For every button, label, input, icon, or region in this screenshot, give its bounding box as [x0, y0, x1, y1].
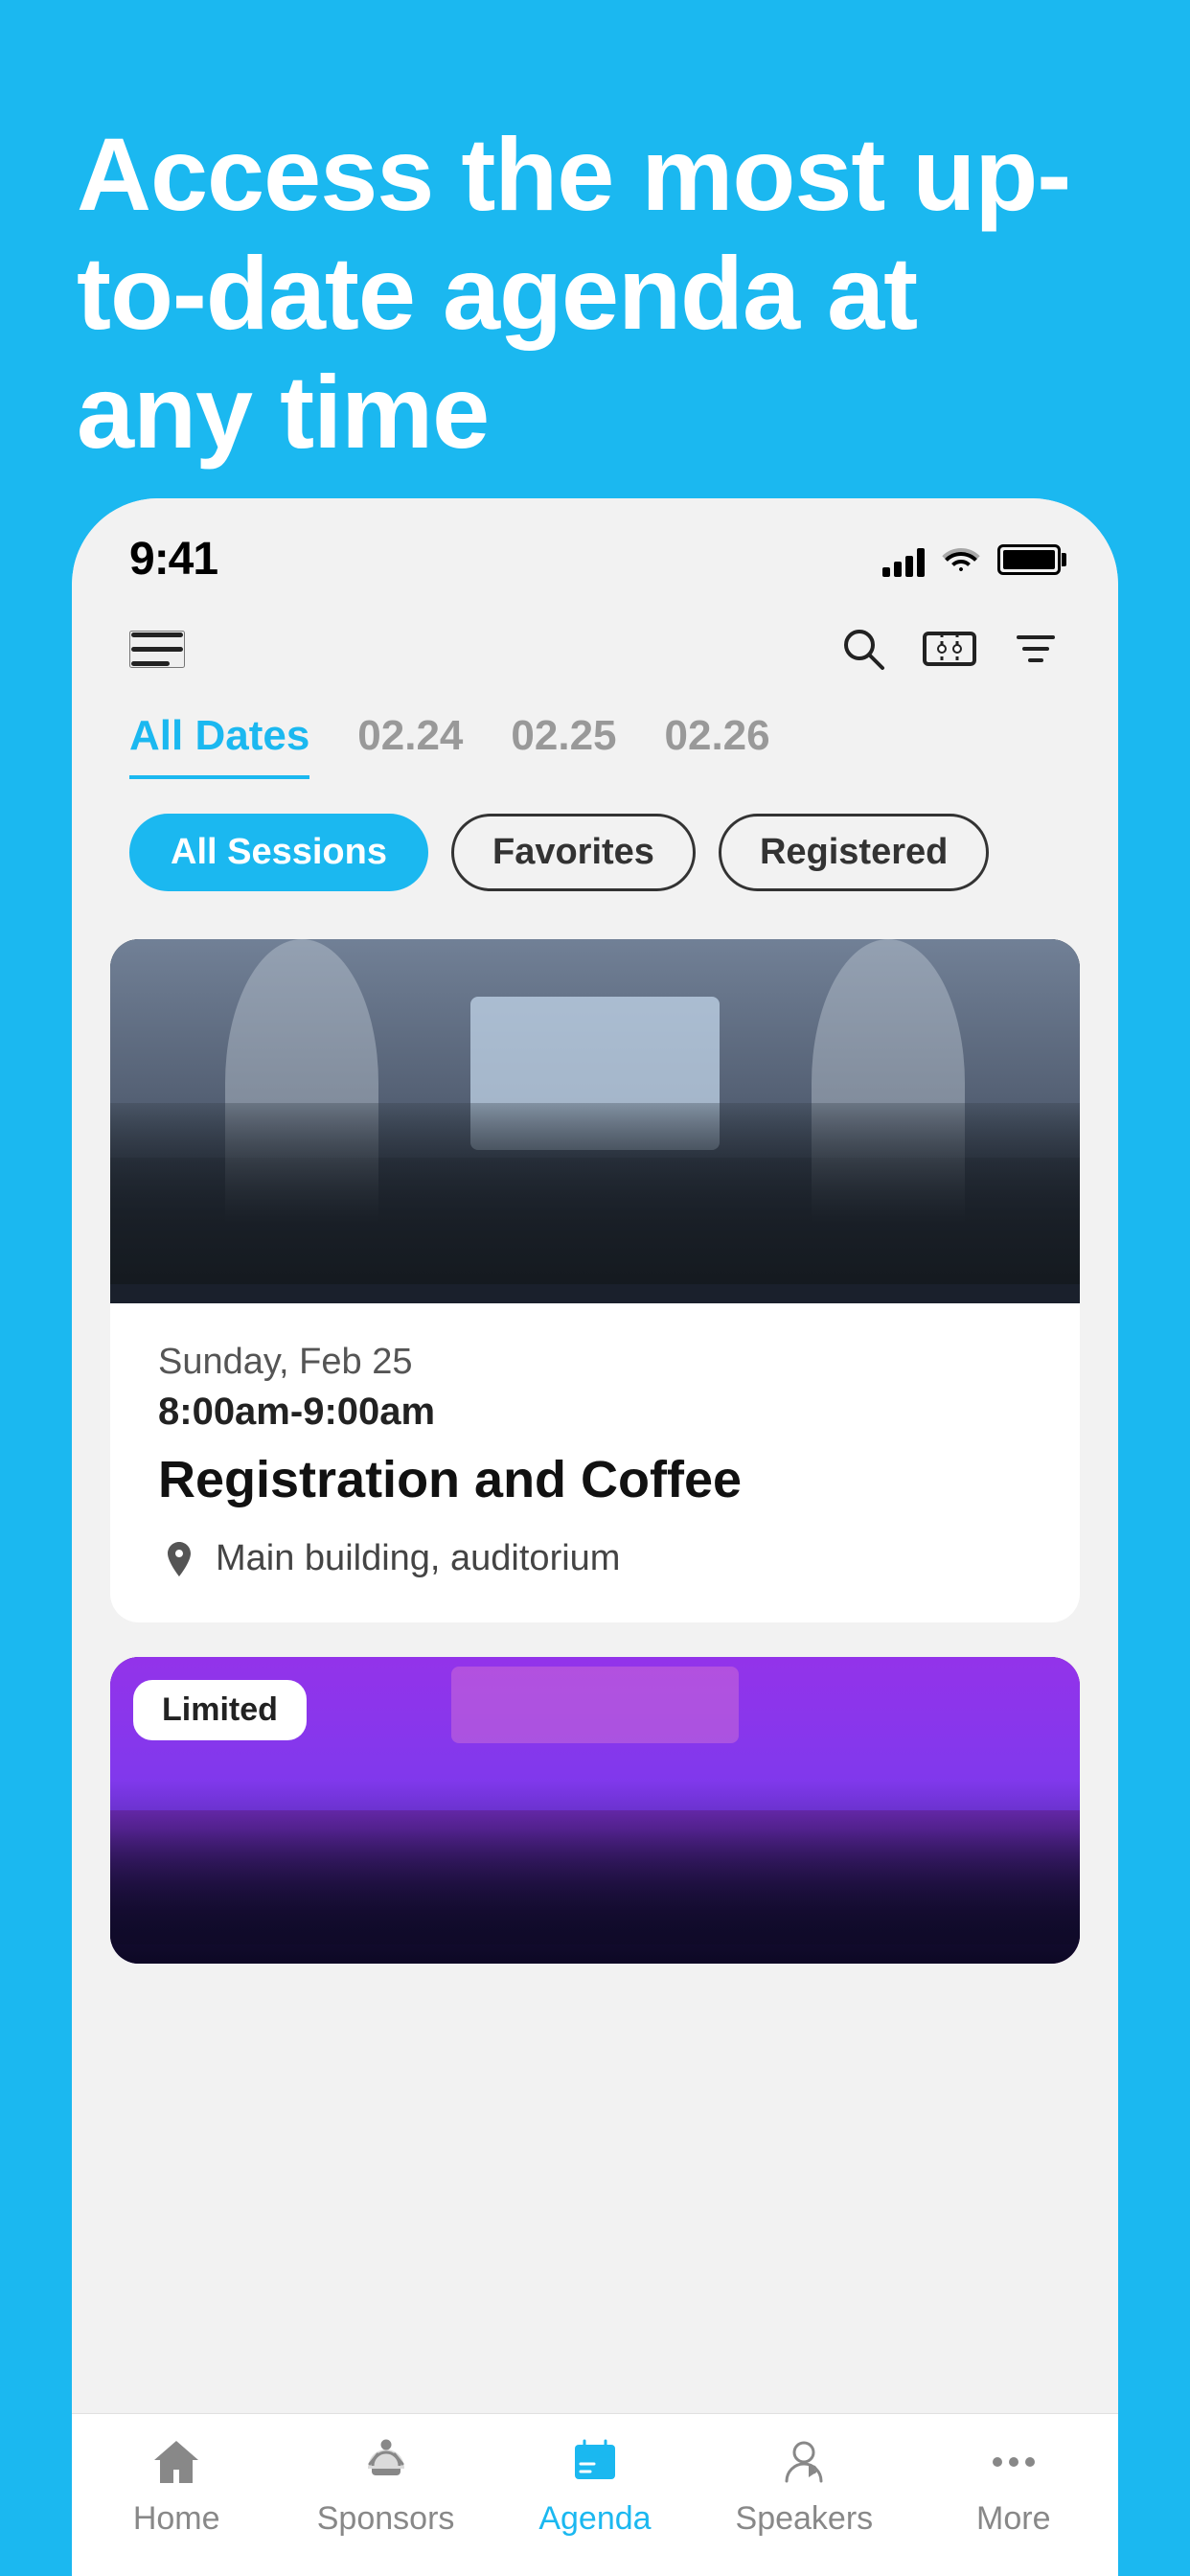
status-time: 9:41: [129, 533, 217, 586]
location-pin-icon: [158, 1538, 200, 1580]
agenda-label: Agenda: [538, 2500, 651, 2538]
session-card-1-body: Sunday, Feb 25 8:00am-9:00am Registratio…: [110, 1303, 1080, 1622]
session-title: Registration and Coffee: [158, 1449, 1032, 1511]
wifi-icon: [940, 544, 982, 575]
home-icon: [149, 2435, 204, 2489]
status-icons: [882, 542, 1061, 577]
date-tabs: All Dates 02.24 02.25 02.26: [72, 693, 1118, 779]
sponsors-icon-container: [353, 2433, 420, 2491]
agenda-icon-container: [561, 2433, 629, 2491]
ticket-icon: [923, 624, 976, 674]
nav-sponsors[interactable]: Sponsors: [314, 2433, 458, 2538]
hero-title: Access the most up-to-date agenda at any…: [77, 115, 1113, 472]
session-location: Main building, auditorium: [158, 1538, 1032, 1580]
filter-button[interactable]: [1011, 624, 1061, 674]
speakers-icon: [776, 2435, 832, 2489]
sponsors-label: Sponsors: [317, 2500, 455, 2538]
nav-more[interactable]: More: [942, 2433, 1086, 2538]
sponsors-icon: [358, 2435, 414, 2489]
session-time: 8:00am-9:00am: [158, 1391, 1032, 1434]
date-tab-0226[interactable]: 02.26: [665, 712, 770, 779]
ticket-button[interactable]: [923, 624, 976, 674]
top-nav: [72, 595, 1118, 693]
session-date: Sunday, Feb 25: [158, 1342, 1032, 1383]
crowd-fill: [110, 1103, 1080, 1284]
search-icon: [838, 624, 888, 674]
crowd-silhouette: [110, 1103, 1080, 1303]
session-card-1[interactable]: Sunday, Feb 25 8:00am-9:00am Registratio…: [110, 939, 1080, 1622]
date-tab-0224[interactable]: 02.24: [357, 712, 463, 779]
nav-agenda[interactable]: Agenda: [523, 2433, 667, 2538]
session-card-1-image: [110, 939, 1080, 1303]
menu-button[interactable]: [129, 631, 185, 668]
filter-icon: [1011, 624, 1061, 674]
battery-icon: [997, 544, 1061, 575]
search-button[interactable]: [838, 624, 888, 674]
filter-registered[interactable]: Registered: [719, 814, 989, 891]
home-label: Home: [133, 2500, 220, 2538]
date-tab-0225[interactable]: 02.25: [511, 712, 616, 779]
session-filters: All Sessions Favorites Registered: [72, 779, 1118, 920]
more-icon: [986, 2435, 1041, 2489]
filter-all-sessions[interactable]: All Sessions: [129, 814, 428, 891]
nav-home[interactable]: Home: [104, 2433, 248, 2538]
session-badge: Limited: [133, 1680, 307, 1740]
agenda-icon: [567, 2435, 623, 2489]
date-tab-all[interactable]: All Dates: [129, 712, 309, 779]
session-location-text: Main building, auditorium: [216, 1538, 620, 1579]
more-label: More: [976, 2500, 1050, 2538]
signal-icon: [882, 542, 925, 577]
hamburger-line-1: [131, 632, 183, 637]
status-bar: 9:41: [72, 498, 1118, 595]
bottom-nav: Home Sponsors: [72, 2413, 1118, 2576]
home-icon-container: [143, 2433, 210, 2491]
speakers-icon-container: [770, 2433, 837, 2491]
session-card-2[interactable]: Limited: [110, 1657, 1080, 1964]
speakers-label: Speakers: [736, 2500, 874, 2538]
more-icon-container: [980, 2433, 1047, 2491]
hamburger-line-2: [131, 647, 183, 652]
nav-speakers[interactable]: Speakers: [732, 2433, 876, 2538]
hamburger-line-3: [131, 661, 170, 666]
nav-right-icons: [838, 624, 1061, 674]
sessions-list[interactable]: Sunday, Feb 25 8:00am-9:00am Registratio…: [72, 920, 1118, 2413]
session-card-2-image: Limited: [110, 1657, 1080, 1964]
filter-favorites[interactable]: Favorites: [451, 814, 696, 891]
conference-room-image: [110, 939, 1080, 1303]
phone-frame: 9:41: [72, 498, 1118, 2576]
